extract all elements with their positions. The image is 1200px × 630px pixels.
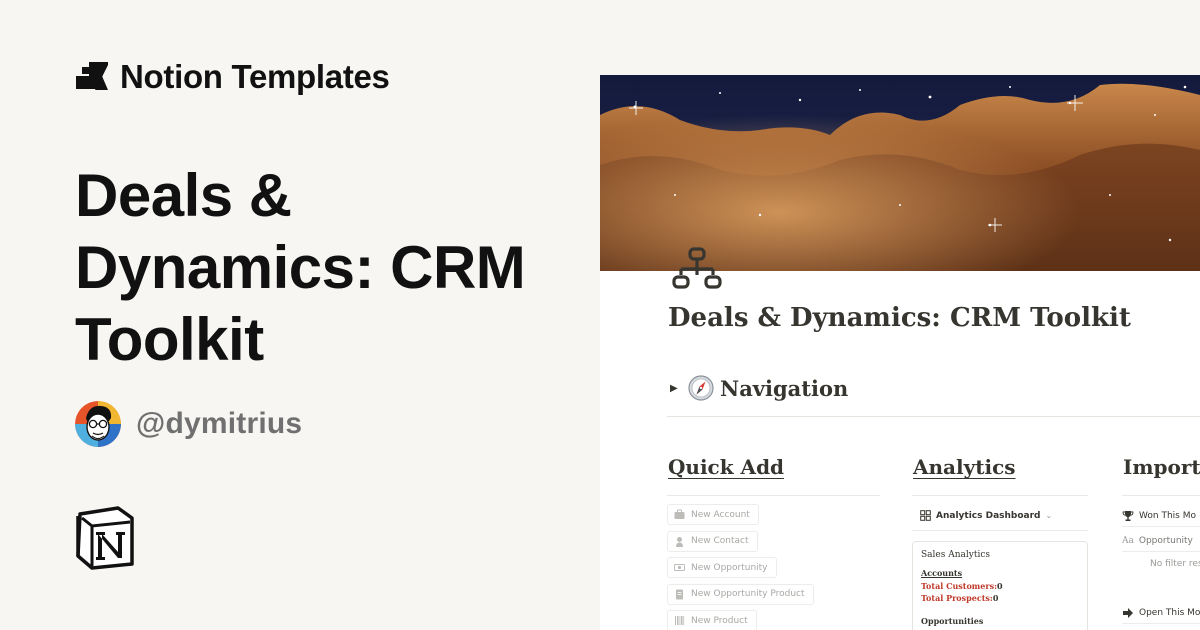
- divider: [1122, 495, 1200, 496]
- quick-add-heading: Quick Add: [668, 455, 785, 479]
- accounts-section-label: Accounts: [921, 568, 963, 578]
- compass-icon: [688, 375, 714, 401]
- stat-label: Total Customers:: [921, 581, 998, 591]
- notion-logo-icon: [76, 506, 134, 570]
- gallery-view-icon: [920, 510, 931, 521]
- page-headline: Deals & Dynamics: CRM Toolkit: [75, 160, 575, 376]
- button-label: New Product: [691, 615, 748, 626]
- won-this-month-view[interactable]: Won This Mo: [1122, 505, 1200, 527]
- stat-label: Total Prospects:: [921, 593, 993, 603]
- view-name[interactable]: Analytics Dashboard: [936, 511, 1041, 521]
- view-name[interactable]: Won This Mo: [1139, 511, 1196, 521]
- author[interactable]: @dymitrius: [75, 401, 302, 447]
- divider: [912, 530, 1088, 531]
- headline-line: Dynamics: CRM: [75, 234, 526, 301]
- new-opportunity-product-button[interactable]: New Opportunity Product: [667, 583, 814, 605]
- new-account-button[interactable]: New Account: [667, 504, 759, 525]
- headline-line: Toolkit: [75, 306, 264, 373]
- briefcase-icon: [674, 509, 685, 519]
- money-icon: [674, 564, 685, 571]
- stat-value: 0: [997, 581, 1003, 591]
- trophy-icon: [1122, 510, 1134, 521]
- headline-line: Deals &: [75, 162, 292, 229]
- document-icon: [676, 589, 683, 599]
- navigation-label[interactable]: Navigation: [720, 376, 848, 401]
- empty-state: No filter res: [1122, 553, 1200, 575]
- author-handle[interactable]: @dymitrius: [136, 407, 302, 441]
- analytics-dashboard-view-tab[interactable]: Analytics Dashboard ⌄: [920, 510, 1052, 521]
- navigation-toggle[interactable]: ▶ Navigation: [670, 375, 848, 401]
- button-label: New Account: [691, 509, 750, 520]
- barcode-icon: [675, 616, 685, 625]
- text-property-icon: Aa: [1122, 535, 1134, 546]
- button-label: New Opportunity: [691, 562, 768, 573]
- divider: [667, 416, 1200, 417]
- button-label: New Contact: [691, 536, 749, 546]
- new-contact-button[interactable]: New Contact: [667, 530, 758, 552]
- divider: [667, 495, 880, 496]
- opportunities-section-label: Opportunities: [921, 616, 984, 626]
- empty-state-text: No filter res: [1150, 559, 1200, 569]
- notion-templates-logo-icon: [76, 62, 108, 90]
- brand: Notion Templates: [75, 58, 390, 96]
- cartoon-avatar-icon: [75, 401, 121, 447]
- new-product-button[interactable]: New Product: [667, 610, 757, 630]
- notion-page-preview: Deals & Dynamics: CRM Toolkit ▶ Navigati…: [600, 75, 1200, 630]
- quick-add-buttons: New Account New Contact New Opportunity …: [667, 504, 814, 630]
- view-name[interactable]: Open This Mo: [1139, 608, 1200, 618]
- total-customers-stat: Total Customers:0: [921, 580, 1087, 592]
- person-icon: [676, 536, 683, 547]
- chevron-down-icon[interactable]: ⌄: [1046, 511, 1053, 520]
- stat-value: 0: [992, 593, 999, 603]
- column-name: Opportunity: [1138, 535, 1193, 546]
- divider: [912, 495, 1088, 496]
- analytics-heading: Analytics: [913, 455, 1016, 479]
- new-opportunity-button[interactable]: New Opportunity: [667, 557, 777, 578]
- important-heading: Importa: [1123, 455, 1200, 479]
- button-label: New Opportunity Product: [691, 589, 805, 599]
- opportunity-column-header: Aa Opportunity: [1122, 530, 1200, 552]
- brand-name: Notion Templates: [120, 58, 390, 95]
- cover-image: [600, 75, 1200, 271]
- card-title: Sales Analytics: [921, 550, 990, 560]
- arrow-right-icon: [1123, 607, 1133, 618]
- triangle-right-icon[interactable]: ▶: [670, 383, 682, 394]
- org-chart-icon: [672, 247, 722, 289]
- open-this-month-view[interactable]: Open This Mo: [1122, 602, 1200, 624]
- sales-analytics-card[interactable]: Sales Analytics Accounts Total Customers…: [912, 541, 1088, 630]
- total-prospects-stat: Total Prospects:0: [921, 592, 1087, 604]
- page-title: Deals & Dynamics: CRM Toolkit: [668, 303, 1131, 333]
